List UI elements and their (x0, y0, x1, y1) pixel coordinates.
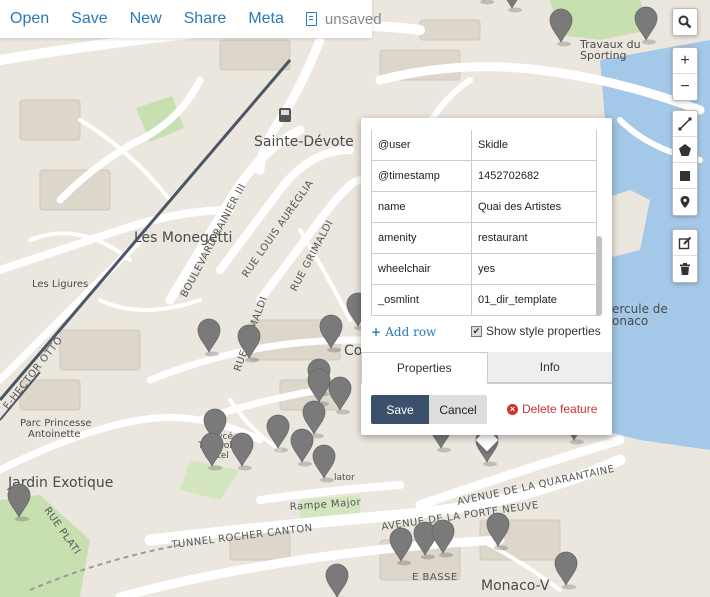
draw-marker-button[interactable] (673, 189, 697, 215)
zoom-out-button[interactable]: − (673, 74, 697, 100)
property-row: @user Skidle (371, 130, 597, 161)
line-icon (678, 117, 692, 130)
properties-scrollbar[interactable] (596, 236, 602, 316)
map-label-sainte-devote: Sainte-Dévote (254, 134, 354, 150)
delete-layers-button[interactable] (673, 256, 697, 282)
property-row: @timestamp 1452702682 (371, 160, 597, 192)
property-key[interactable]: name (371, 191, 472, 223)
tab-properties[interactable]: Properties (361, 352, 488, 384)
edit-icon (678, 236, 692, 249)
properties-table: @user Skidle @timestamp 1452702682 name Quai … (371, 130, 597, 316)
delete-icon: × (507, 403, 518, 415)
map-label-les-ligures: Les Ligures (32, 279, 88, 290)
search-icon (678, 15, 692, 29)
feature-popup: @user Skidle @timestamp 1452702682 name Quai … (361, 118, 612, 435)
add-row-button[interactable]: + Add row (371, 325, 436, 339)
property-value[interactable]: restaurant (471, 222, 597, 254)
draw-rectangle-button[interactable] (673, 163, 697, 189)
property-value[interactable]: yes (471, 253, 597, 285)
map-label-sporting: Sporting (580, 49, 627, 62)
file-status-label: unsaved (324, 10, 382, 28)
property-row: wheelchair yes (371, 253, 597, 285)
draw-control (672, 110, 698, 216)
save-button[interactable]: Save (371, 395, 429, 424)
property-key[interactable]: @user (371, 130, 472, 161)
delete-feature-button[interactable]: × Delete feature (507, 402, 597, 416)
property-row: amenity restaurant (371, 222, 597, 254)
map-label-monaco: onaco (612, 314, 648, 328)
property-row: name Quai des Artistes (371, 191, 597, 223)
edit-control (672, 229, 698, 283)
property-key[interactable]: wheelchair (371, 253, 472, 285)
share-button[interactable]: Share (184, 10, 227, 28)
marker-icon (680, 196, 690, 208)
zoom-control: + − (672, 47, 698, 101)
add-row-label: Add row (385, 325, 437, 339)
delete-feature-label: Delete feature (522, 402, 598, 416)
new-button[interactable]: New (130, 10, 162, 28)
file-status: unsaved (305, 10, 382, 28)
property-row: _osmlint 01_dir_template (371, 284, 597, 316)
file-icon (305, 12, 317, 26)
search-control (672, 8, 698, 36)
zoom-in-button[interactable]: + (673, 48, 697, 74)
properties-scroll-area[interactable]: @user Skidle @timestamp 1452702682 name Quai … (371, 130, 604, 323)
map-label-co: Co (344, 343, 362, 359)
top-toolbar: Open Save New Share Meta unsaved (0, 0, 382, 38)
trash-icon (680, 263, 690, 275)
save-toolbar-button[interactable]: Save (71, 10, 107, 28)
cancel-button[interactable]: Cancel (429, 395, 487, 424)
open-button[interactable]: Open (10, 10, 49, 28)
property-value[interactable]: Skidle (471, 130, 597, 161)
draw-polygon-button[interactable] (673, 137, 697, 163)
search-button[interactable] (673, 9, 697, 35)
show-style-label: Show style properties (486, 324, 601, 338)
map-label-parc-princesse: Parc Princesse (20, 418, 92, 429)
map-label-lator: lator (334, 473, 355, 483)
street-label-basse: E BASSE (412, 572, 458, 583)
draw-line-button[interactable] (673, 111, 697, 137)
map-label-monaco-ville: Monaco-V (481, 578, 550, 594)
tab-info[interactable]: Info (487, 352, 612, 383)
polygon-icon (679, 143, 691, 156)
property-value[interactable]: 1452702682 (471, 160, 597, 192)
plus-icon: + (371, 325, 386, 339)
meta-button[interactable]: Meta (248, 10, 284, 28)
edit-layers-button[interactable] (673, 230, 697, 256)
property-key[interactable]: _osmlint (371, 284, 472, 316)
show-style-properties-toggle[interactable]: ✔ Show style properties (471, 324, 601, 338)
popup-tabs: Properties Info (361, 352, 612, 384)
property-value[interactable]: 01_dir_template (471, 284, 597, 316)
show-style-checkbox[interactable]: ✔ (471, 325, 482, 337)
property-key[interactable]: @timestamp (371, 160, 472, 192)
property-key[interactable]: amenity (371, 222, 472, 254)
rectangle-icon (680, 170, 690, 181)
property-value[interactable]: Quai des Artistes (471, 191, 597, 223)
map-label-antoinette: Antoinette (28, 429, 80, 440)
